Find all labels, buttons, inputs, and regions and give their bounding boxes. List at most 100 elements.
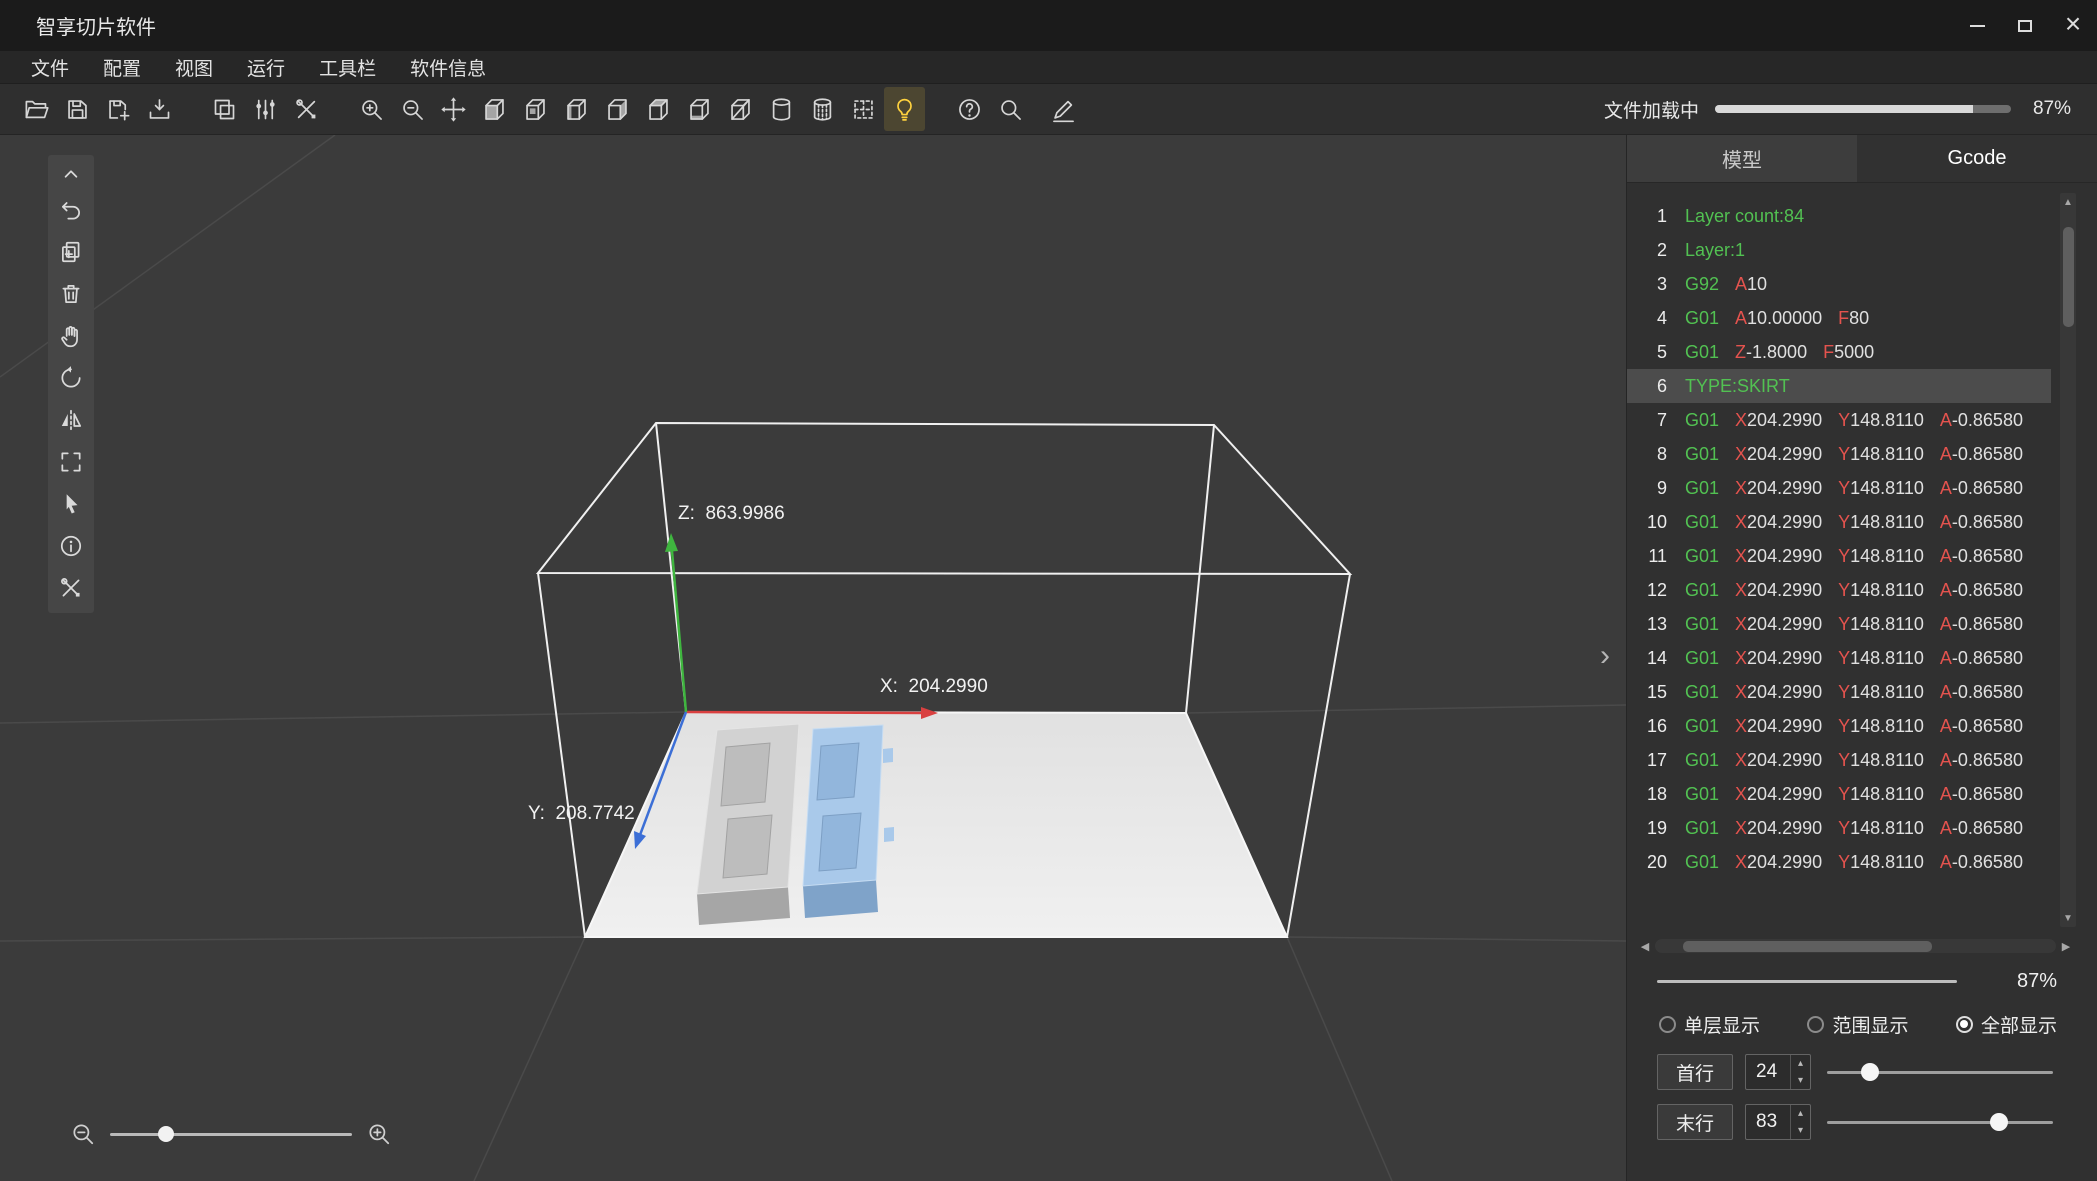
menu-item-toolbar[interactable]: 工具栏	[302, 54, 393, 81]
last-line-value[interactable]: 83	[1746, 1105, 1790, 1139]
gcode-line[interactable]: 17G01X204.2990Y148.8110A-0.86580	[1627, 743, 2051, 777]
spin-down-icon[interactable]: ▾	[1791, 1072, 1810, 1089]
gcode-line[interactable]: 18G01X204.2990Y148.8110A-0.86580	[1627, 777, 2051, 811]
scroll-left-arrow-icon[interactable]: ◀	[1635, 940, 1655, 953]
view-cylinder-icon[interactable]	[761, 87, 802, 131]
gcode-line[interactable]: 10G01X204.2990Y148.8110A-0.86580	[1627, 505, 2051, 539]
annotate-pen-icon[interactable]	[1043, 87, 1084, 131]
gcode-line[interactable]: 15G01X204.2990Y148.8110A-0.86580	[1627, 675, 2051, 709]
view-cylinder-mesh-icon[interactable]	[802, 87, 843, 131]
gcode-line[interactable]: 4G01A10.00000F80	[1627, 301, 2051, 335]
first-line-button[interactable]: 首行	[1657, 1054, 1733, 1090]
radio-single-layer-icon[interactable]	[1659, 1016, 1676, 1033]
build-plate-icon[interactable]	[204, 87, 245, 131]
menu-item-view[interactable]: 视图	[158, 54, 230, 81]
scroll-down-arrow-icon[interactable]: ▼	[2060, 909, 2076, 927]
last-line-slider-knob[interactable]	[1990, 1113, 2008, 1131]
panel-collapse-handle[interactable]: ›	[1600, 641, 1610, 671]
scroll-up-icon[interactable]	[48, 159, 94, 189]
gcode-line[interactable]: 6TYPE:SKIRT	[1627, 369, 2051, 403]
minimize-button[interactable]	[1953, 0, 2001, 51]
gcode-line[interactable]: 13G01X204.2990Y148.8110A-0.86580	[1627, 607, 2051, 641]
gcode-line[interactable]: 8G01X204.2990Y148.8110A-0.86580	[1627, 437, 2051, 471]
menu-item-config[interactable]: 配置	[86, 54, 158, 81]
spin-up-icon[interactable]: ▴	[1791, 1105, 1810, 1122]
viewport-zoom-in-icon[interactable]	[366, 1121, 392, 1147]
zoom-out-icon[interactable]	[392, 87, 433, 131]
gcode-line[interactable]: 20G01X204.2990Y148.8110A-0.86580	[1627, 845, 2051, 879]
gcode-vertical-scrollbar[interactable]: ▲ ▼	[2060, 193, 2076, 927]
radio-range[interactable]: 范围显示	[1807, 1011, 1908, 1038]
gcode-line[interactable]: 3G92A10	[1627, 267, 2051, 301]
gcode-line[interactable]: 2Layer:1	[1627, 233, 2051, 267]
gcode-line[interactable]: 12G01X204.2990Y148.8110A-0.86580	[1627, 573, 2051, 607]
rotate-icon[interactable]	[48, 357, 94, 399]
vertical-scroll-track[interactable]	[2060, 211, 2076, 909]
gcode-line[interactable]: 16G01X204.2990Y148.8110A-0.86580	[1627, 709, 2051, 743]
radio-all[interactable]: 全部显示	[1956, 1011, 2057, 1038]
scroll-right-arrow-icon[interactable]: ▶	[2056, 940, 2076, 953]
delete-icon[interactable]	[48, 273, 94, 315]
close-button[interactable]: ×	[2049, 0, 2097, 51]
viewport-zoom-out-icon[interactable]	[70, 1121, 96, 1147]
save-as-icon[interactable]	[98, 87, 139, 131]
select-cursor-icon[interactable]	[48, 483, 94, 525]
first-line-value[interactable]: 24	[1746, 1055, 1790, 1089]
zoom-in-icon[interactable]	[351, 87, 392, 131]
open-file-icon[interactable]	[16, 87, 57, 131]
gcode-line[interactable]: 7G01X204.2990Y148.8110A-0.86580	[1627, 403, 2051, 437]
radio-range-icon[interactable]	[1807, 1016, 1824, 1033]
last-line-spinner[interactable]: 83 ▴ ▾	[1745, 1104, 1811, 1140]
first-line-slider[interactable]	[1827, 1054, 2053, 1090]
last-line-button[interactable]: 末行	[1657, 1104, 1733, 1140]
repair-icon[interactable]	[48, 567, 94, 609]
menu-item-about[interactable]: 软件信息	[393, 54, 503, 81]
search-icon[interactable]	[990, 87, 1031, 131]
viewport-zoom-knob[interactable]	[158, 1126, 174, 1142]
first-line-spinner[interactable]: 24 ▴ ▾	[1745, 1054, 1811, 1090]
radio-single-layer[interactable]: 单层显示	[1659, 1011, 1760, 1038]
machine-tools-icon[interactable]	[286, 87, 327, 131]
gcode-line[interactable]: 14G01X204.2990Y148.8110A-0.86580	[1627, 641, 2051, 675]
viewport-3d-scene[interactable]	[0, 135, 1626, 1181]
vertical-scroll-thumb[interactable]	[2063, 227, 2074, 327]
gcode-line[interactable]: 11G01X204.2990Y148.8110A-0.86580	[1627, 539, 2051, 573]
first-line-slider-knob[interactable]	[1861, 1063, 1879, 1081]
horizontal-scroll-thumb[interactable]	[1683, 941, 1932, 952]
fit-view-icon[interactable]	[48, 441, 94, 483]
maximize-button[interactable]	[2001, 0, 2049, 51]
adjust-sliders-icon[interactable]	[245, 87, 286, 131]
gcode-horizontal-scrollbar[interactable]: ◀ ▶	[1635, 937, 2076, 955]
gcode-progress-track[interactable]	[1657, 980, 1957, 983]
mirror-icon[interactable]	[48, 399, 94, 441]
help-icon[interactable]	[949, 87, 990, 131]
horizontal-scroll-track[interactable]	[1655, 939, 2056, 953]
tab-model[interactable]: 模型	[1627, 135, 1857, 182]
gcode-line[interactable]: 5G01Z-1.8000F5000	[1627, 335, 2051, 369]
save-icon[interactable]	[57, 87, 98, 131]
view-front-icon[interactable]	[474, 87, 515, 131]
view-top-icon[interactable]	[638, 87, 679, 131]
light-toggle-icon[interactable]	[884, 87, 925, 131]
view-right-icon[interactable]	[597, 87, 638, 131]
last-line-spin-arrows[interactable]: ▴ ▾	[1790, 1105, 1810, 1139]
view-iso-icon[interactable]	[720, 87, 761, 131]
duplicate-icon[interactable]	[48, 231, 94, 273]
view-bottom-icon[interactable]	[679, 87, 720, 131]
menu-item-file[interactable]: 文件	[14, 54, 86, 81]
undo-icon[interactable]	[48, 189, 94, 231]
pan-hand-icon[interactable]	[48, 315, 94, 357]
view-cube-dashed-icon[interactable]	[843, 87, 884, 131]
import-model-icon[interactable]	[139, 87, 180, 131]
viewport-zoom-slider[interactable]	[110, 1133, 352, 1136]
radio-all-icon[interactable]	[1956, 1016, 1973, 1033]
gcode-line[interactable]: 9G01X204.2990Y148.8110A-0.86580	[1627, 471, 2051, 505]
menu-item-run[interactable]: 运行	[230, 54, 302, 81]
scroll-up-arrow-icon[interactable]: ▲	[2060, 193, 2076, 211]
viewport-3d[interactable]: Z: 863.9986 X: 204.2990 Y: 208.7742 ›	[0, 135, 1626, 1181]
tab-gcode[interactable]: Gcode	[1857, 135, 2097, 182]
last-line-slider[interactable]	[1827, 1104, 2053, 1140]
spin-down-icon[interactable]: ▾	[1791, 1122, 1810, 1139]
move-view-icon[interactable]	[433, 87, 474, 131]
first-line-spin-arrows[interactable]: ▴ ▾	[1790, 1055, 1810, 1089]
